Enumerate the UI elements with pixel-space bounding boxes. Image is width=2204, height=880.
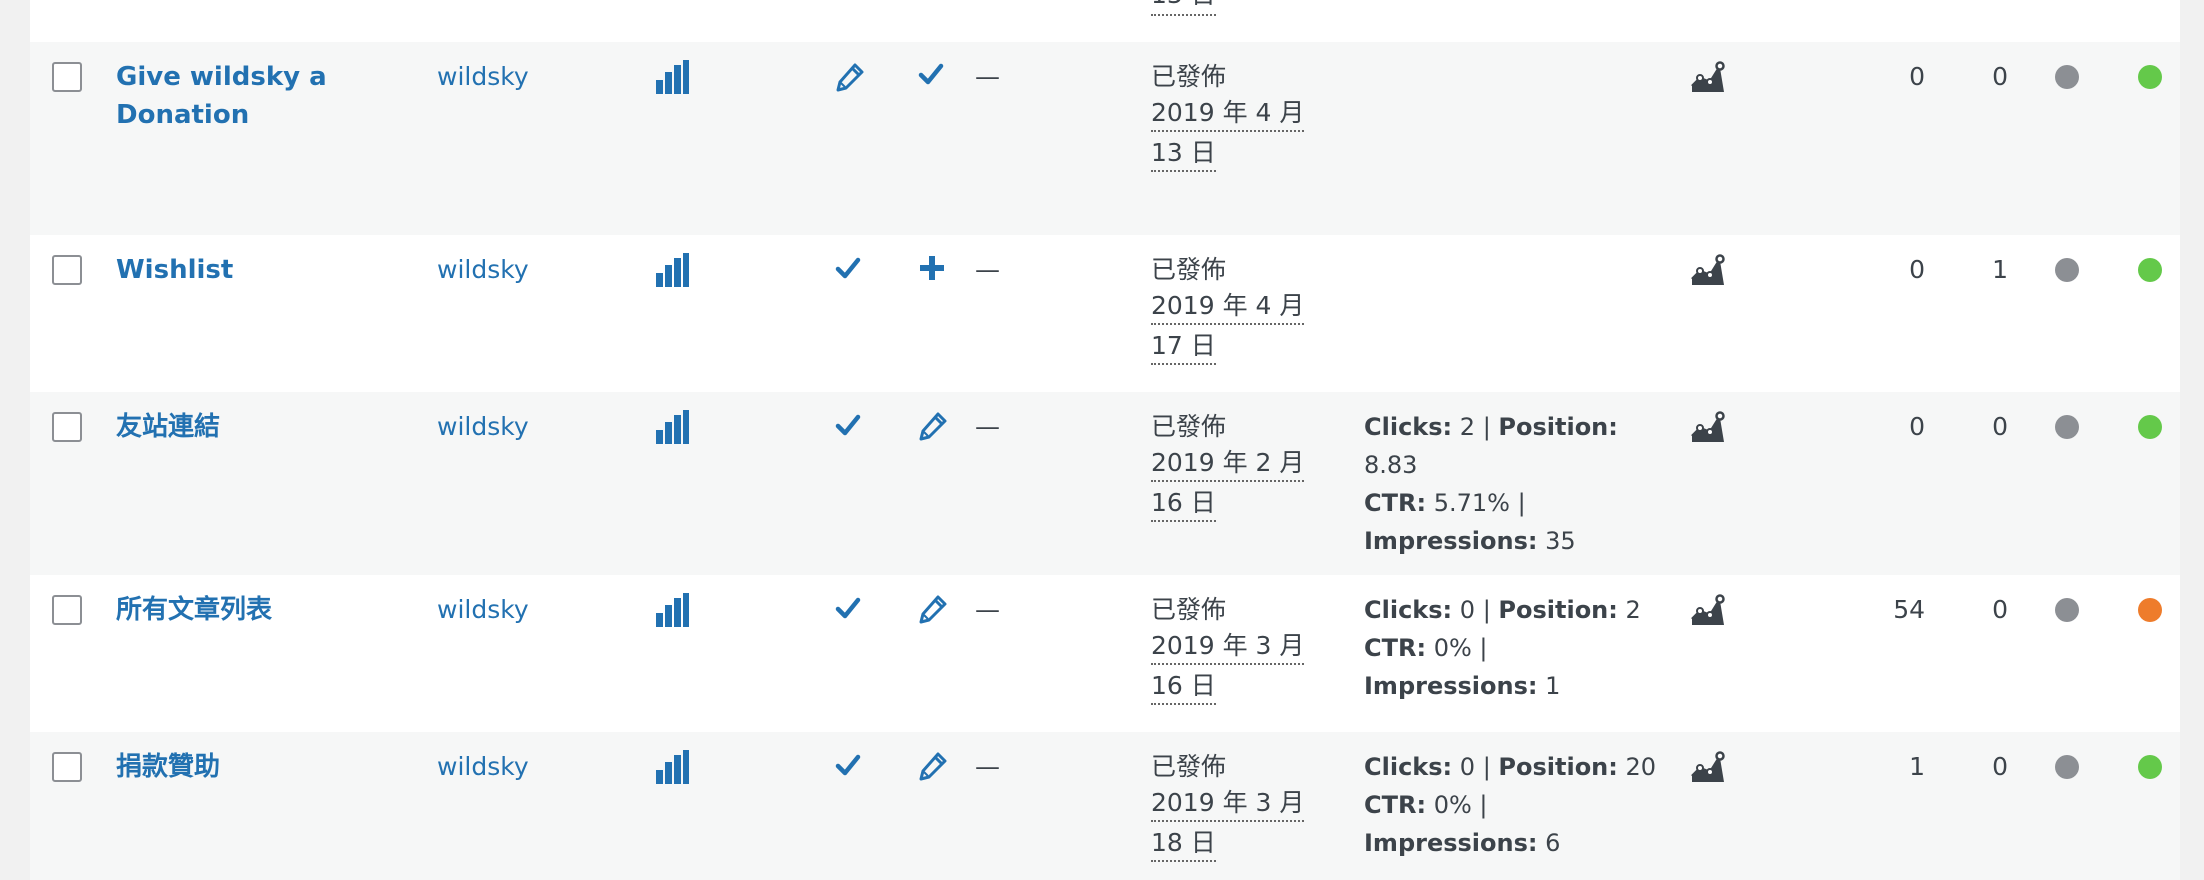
bar-chart-icon[interactable] [655, 60, 689, 98]
bar-chart-icon[interactable] [655, 253, 689, 291]
dash-text: — [975, 255, 1000, 284]
pencil-icon[interactable] [835, 62, 865, 96]
post-date: 已發佈 2019 年 2 月 16 日 [1151, 408, 1305, 526]
internal-links-count: 0 [1909, 62, 1925, 91]
check-icon[interactable] [835, 255, 861, 285]
row-checkbox[interactable] [52, 412, 82, 442]
pencil-icon[interactable] [918, 411, 948, 445]
post-date: 已發佈 2019 年 3 月 18 日 [1151, 748, 1305, 866]
table-row: Give wildsky a Donation wildsky — 已發佈 2019 年 … [30, 42, 2180, 235]
check-icon[interactable] [835, 595, 861, 625]
dash-text: — [975, 752, 1000, 781]
status-dot [2138, 755, 2162, 779]
pencil-icon[interactable] [918, 594, 948, 628]
pencil-icon[interactable] [918, 751, 948, 785]
row-checkbox[interactable] [52, 752, 82, 782]
post-date: 已發佈 2019 年 3 月 16 日 [1151, 591, 1305, 709]
dash-text: — [975, 62, 1000, 91]
post-title-link[interactable]: Wishlist [116, 251, 346, 289]
author-link[interactable]: wildsky [437, 748, 529, 786]
internal-links-count: 0 [1909, 255, 1925, 284]
author-link[interactable]: wildsky [437, 251, 529, 289]
bar-chart-icon[interactable] [655, 750, 689, 788]
bar-chart-icon[interactable] [655, 410, 689, 448]
search-console-metrics: Clicks: 0 | Position: 2 CTR: 0% | Impressi… [1364, 596, 1641, 700]
post-title-link[interactable]: Give wildsky a Donation [116, 58, 346, 134]
author-link[interactable]: wildsky [437, 408, 529, 446]
status-dot [2138, 598, 2162, 622]
table-row: 友站連結 wildsky — 已發佈 2019 年 2 月 16 日 Clicks: 2 |… [30, 392, 2180, 575]
row-checkbox[interactable] [52, 255, 82, 285]
author-link[interactable]: wildsky [437, 591, 529, 629]
previous-row-partial: 13 日 [30, 0, 2180, 42]
incoming-links-count: 0 [1992, 752, 2008, 781]
dash-text: — [975, 595, 1000, 624]
internal-links-count: 54 [1893, 595, 1925, 624]
previous-row-date: 13 日 [1151, 0, 1216, 16]
incoming-links-count: 1 [1992, 255, 2008, 284]
bar-chart-icon[interactable] [655, 593, 689, 631]
incoming-links-count: 0 [1992, 595, 2008, 624]
post-date: 已發佈 2019 年 4 月 17 日 [1151, 251, 1305, 369]
search-console-metrics: Clicks: 2 | Position: 8.83 CTR: 5.71% | Im… [1364, 413, 1618, 555]
plus-icon[interactable] [918, 254, 946, 286]
posts-table: 13 日 Give wildsky aDonation wildsky — 已發佈20… [30, 0, 2180, 880]
row-checkbox[interactable] [52, 595, 82, 625]
status-dot [2138, 65, 2162, 89]
incoming-links-count: 0 [1992, 412, 2008, 441]
search-console-metrics: Clicks: 0 | Position: 20 CTR: 0% | Impress… [1364, 753, 1657, 857]
status-dot [2138, 415, 2162, 439]
table-row: Wishlist wildsky — 已發佈 2019 年 4 月 17 日 0 1 [30, 235, 2180, 392]
internal-links-count: 1 [1909, 752, 1925, 781]
author-link[interactable]: wildsky [437, 58, 529, 96]
post-date: 已發佈 2019 年 4 月 13 日 [1151, 58, 1305, 176]
status-dot [2055, 598, 2079, 622]
trend-chart-icon[interactable] [1690, 410, 1726, 448]
status-dot [2055, 755, 2079, 779]
status-dot [2055, 65, 2079, 89]
table-row: 所有文章列表 wildsky — 已發佈 2019 年 3 月 16 日 Clicks: 0… [30, 575, 2180, 732]
dash-text: — [975, 412, 1000, 441]
check-icon[interactable] [918, 61, 944, 91]
post-title-link[interactable]: 友站連結 [116, 408, 346, 446]
check-icon[interactable] [835, 412, 861, 442]
trend-chart-icon[interactable] [1690, 253, 1726, 291]
check-icon[interactable] [835, 752, 861, 782]
internal-links-count: 0 [1909, 412, 1925, 441]
trend-chart-icon[interactable] [1690, 750, 1726, 788]
status-dot [2138, 258, 2162, 282]
row-checkbox[interactable] [52, 62, 82, 92]
status-dot [2055, 258, 2079, 282]
incoming-links-count: 0 [1992, 62, 2008, 91]
post-title-link[interactable]: 捐款贊助 [116, 748, 346, 786]
trend-chart-icon[interactable] [1690, 60, 1726, 98]
post-title-link[interactable]: 所有文章列表 [116, 591, 346, 629]
table-row: 捐款贊助 wildsky — 已發佈 2019 年 3 月 18 日 Clicks: 0 |… [30, 732, 2180, 880]
trend-chart-icon[interactable] [1690, 593, 1726, 631]
status-dot [2055, 415, 2079, 439]
